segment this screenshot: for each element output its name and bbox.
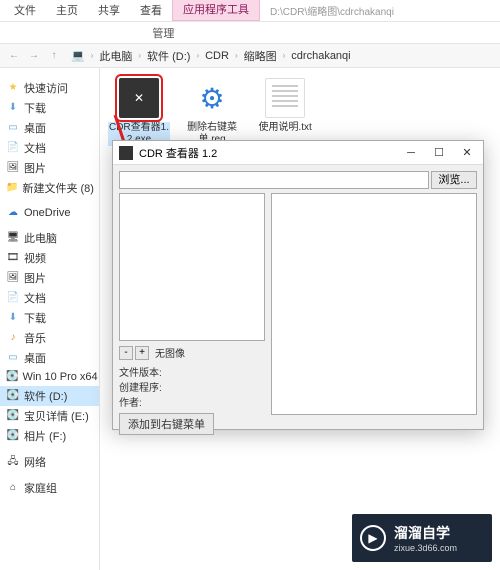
sidebar-music[interactable]: 音乐 (0, 328, 99, 348)
watermark-url: zixue.3d66.com (394, 543, 457, 553)
disk-icon (6, 429, 20, 443)
breadcrumb[interactable]: 💻 › 此电脑 › 软件 (D:) › CDR › 缩略图 › cdrchaka… (68, 48, 354, 64)
preview-list-pane[interactable] (119, 193, 265, 341)
txt-icon (265, 78, 305, 118)
video-icon (6, 251, 20, 265)
music-icon (6, 331, 20, 345)
info-version: 文件版本: (119, 364, 265, 379)
crumb-drive[interactable]: 软件 (D:) (147, 48, 190, 64)
info-author: 作者: (119, 394, 265, 409)
desktop-icon (6, 351, 20, 365)
sidebar-drive-d[interactable]: 软件 (D:) (0, 386, 99, 406)
crumb-cdr[interactable]: CDR (205, 50, 229, 62)
no-image-label: 无图像 (155, 345, 185, 360)
homegroup-icon (6, 481, 20, 495)
tab-view[interactable]: 查看 (130, 0, 172, 21)
ribbon-tabs: 文件 主页 共享 查看 应用程序工具 D:\CDR\缩略图\cdrchakanq… (0, 0, 500, 22)
nav-sidebar: 快速访问 下载 桌面 文档 图片 新建文件夹 (8) OneDrive 此电脑 … (0, 68, 100, 570)
cdr-viewer-dialog: CDR 查看器 1.2 ─ ☐ ✕ 浏览... - + 无图像 文件版本: (112, 140, 484, 430)
doc-icon (6, 291, 20, 305)
pc-icon (6, 231, 20, 245)
title-path: D:\CDR\缩略图\cdrchakanqi (270, 3, 394, 18)
tab-manage[interactable]: 管理 (142, 23, 184, 43)
path-input[interactable] (119, 171, 429, 189)
file-exe[interactable]: ✕ CDR查看器1.2.exe (108, 78, 170, 146)
sidebar-videos[interactable]: 视频 (0, 248, 99, 268)
play-icon: ▶ (360, 525, 386, 551)
app-icon (119, 146, 133, 160)
sidebar-thispc[interactable]: 此电脑 (0, 228, 99, 248)
download-icon (6, 311, 20, 325)
cloud-icon (6, 206, 20, 220)
folder-icon (6, 181, 18, 195)
preview-image-pane[interactable] (271, 193, 477, 415)
sidebar-quick-access[interactable]: 快速访问 (0, 78, 99, 98)
zoom-in-button[interactable]: + (135, 346, 149, 360)
sidebar-drive-f[interactable]: 相片 (F:) (0, 426, 99, 446)
zoom-out-button[interactable]: - (119, 346, 133, 360)
sidebar-downloads2[interactable]: 下载 (0, 308, 99, 328)
sidebar-newfolder[interactable]: 新建文件夹 (8) (0, 178, 99, 198)
doc-icon (6, 141, 20, 155)
disk-icon (6, 389, 20, 403)
sidebar-desktop[interactable]: 桌面 (0, 118, 99, 138)
picture-icon (6, 161, 20, 175)
crumb-thumb[interactable]: 缩略图 (244, 48, 277, 64)
add-context-menu-button[interactable]: 添加到右键菜单 (119, 413, 214, 435)
disk-icon (6, 409, 20, 423)
sidebar-onedrive[interactable]: OneDrive (0, 204, 99, 222)
close-button[interactable]: ✕ (453, 143, 481, 163)
tab-file[interactable]: 文件 (4, 0, 46, 21)
crumb-folder[interactable]: cdrchakanqi (291, 50, 350, 62)
desktop-icon (6, 121, 20, 135)
maximize-button[interactable]: ☐ (425, 143, 453, 163)
sidebar-network[interactable]: 网络 (0, 452, 99, 472)
star-icon (6, 81, 20, 95)
sidebar-drive-e[interactable]: 宝贝详情 (E:) (0, 406, 99, 426)
download-icon (6, 101, 20, 115)
watermark: ▶ 溜溜自学 zixue.3d66.com (352, 514, 492, 562)
watermark-brand: 溜溜自学 (394, 523, 457, 543)
info-creator: 创建程序: (119, 379, 265, 394)
tab-app-tools[interactable]: 应用程序工具 (172, 0, 260, 21)
ribbon-sub: pad 管理 (0, 22, 500, 44)
exe-icon: ✕ (119, 78, 159, 118)
file-reg[interactable]: ⚙ 删除右键菜单.reg (181, 78, 243, 146)
nav-back-icon[interactable]: ← (5, 47, 23, 65)
pc-icon: 💻 (71, 49, 85, 62)
sidebar-pictures[interactable]: 图片 (0, 158, 99, 178)
disk-icon (6, 370, 18, 384)
file-txt[interactable]: 使用说明.txt (254, 78, 316, 134)
sidebar-pictures2[interactable]: 图片 (0, 268, 99, 288)
tab-share[interactable]: 共享 (88, 0, 130, 21)
reg-icon: ⚙ (192, 78, 232, 118)
sidebar-drive-c[interactable]: Win 10 Pro x64 (C:) (0, 368, 99, 386)
sidebar-documents2[interactable]: 文档 (0, 288, 99, 308)
network-icon (6, 455, 20, 469)
tab-home[interactable]: 主页 (46, 0, 88, 21)
dialog-titlebar[interactable]: CDR 查看器 1.2 ─ ☐ ✕ (113, 141, 483, 165)
sidebar-homegroup[interactable]: 家庭组 (0, 478, 99, 498)
dialog-title: CDR 查看器 1.2 (139, 145, 217, 161)
browse-button[interactable]: 浏览... (431, 171, 477, 189)
minimize-button[interactable]: ─ (397, 143, 425, 163)
nav-up-icon[interactable]: ↑ (45, 47, 63, 65)
picture-icon (6, 271, 20, 285)
sidebar-downloads[interactable]: 下载 (0, 98, 99, 118)
file-label: 使用说明.txt (254, 122, 316, 134)
nav-fwd-icon[interactable]: → (25, 47, 43, 65)
sidebar-desktop2[interactable]: 桌面 (0, 348, 99, 368)
crumb-thispc[interactable]: 此电脑 (99, 48, 132, 64)
sidebar-documents[interactable]: 文档 (0, 138, 99, 158)
address-bar: ← → ↑ 💻 › 此电脑 › 软件 (D:) › CDR › 缩略图 › cd… (0, 44, 500, 68)
